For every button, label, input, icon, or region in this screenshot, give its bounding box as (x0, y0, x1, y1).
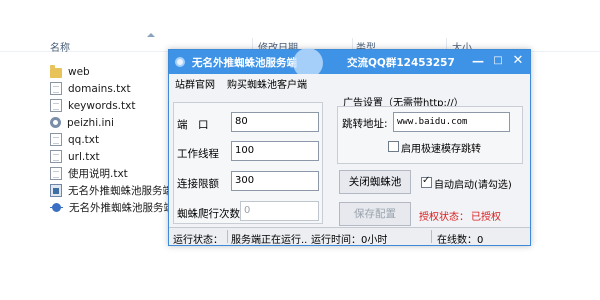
auth-status-value: 已授权 (471, 212, 501, 223)
auth-status-label: 授权状态： (419, 212, 469, 223)
file-row[interactable]: web (50, 63, 180, 80)
file-list: web domains.txt keywords.txt peizhi.ini … (50, 63, 180, 216)
file-name: url.txt (68, 150, 100, 163)
fast-redirect-label: 启用极速模存跳转 (401, 144, 481, 155)
file-name: 无名外推蜘蛛池服务端V (68, 185, 181, 197)
file-row[interactable]: 无名外推蜘蛛池服务端 (50, 199, 180, 216)
connection-limit-input[interactable]: 300 (231, 171, 319, 191)
status-bar: 运行状态： 服务端正在运行.. 运行时间：0小时 在线数：0 (169, 227, 530, 246)
file-row[interactable]: 无名外推蜘蛛池服务端V (50, 182, 180, 199)
settings-file-icon (50, 117, 61, 128)
app-logo-icon (175, 57, 185, 67)
menu-item-buy-client[interactable]: 购买蜘蛛池客户端 (227, 76, 307, 91)
fast-redirect-checkbox[interactable] (388, 141, 399, 152)
port-input[interactable]: 80 (231, 112, 319, 132)
redirect-url-input[interactable]: www.baidu.com (393, 112, 510, 132)
text-file-icon (50, 167, 62, 180)
file-name: web (68, 65, 90, 78)
connection-limit-label: 连接限额 (177, 178, 219, 190)
text-file-icon (50, 99, 62, 112)
save-config-button[interactable]: 保存配置 (339, 202, 411, 226)
file-name: qq.txt (68, 133, 100, 146)
status-divider (431, 230, 432, 243)
port-label: 端 口 (177, 119, 209, 131)
ad-settings-panel: 跳转地址: www.baidu.com 启用极速模存跳转 (337, 106, 523, 164)
text-file-icon (50, 82, 62, 95)
file-row[interactable]: 使用说明.txt (50, 165, 180, 182)
file-row[interactable]: domains.txt (50, 80, 180, 97)
spider-pool-window: 无名外推蜘蛛池服务端 交流QQ群12453257 — □ ✕ 站群官网 购买蜘蛛… (168, 48, 531, 246)
window-titlebar[interactable]: 无名外推蜘蛛池服务端 交流QQ群12453257 — □ ✕ (169, 48, 530, 78)
file-name: 使用说明.txt (68, 168, 128, 180)
menu-item-site-group[interactable]: 站群官网 (175, 76, 215, 91)
spider-app-icon (50, 201, 63, 214)
column-name-header[interactable]: 名称 (50, 39, 70, 54)
minimize-button[interactable]: — (469, 53, 487, 70)
file-row[interactable]: qq.txt (50, 131, 180, 148)
file-row[interactable]: peizhi.ini (50, 114, 180, 131)
file-row[interactable]: url.txt (50, 148, 180, 165)
folder-icon (50, 64, 62, 78)
status-divider (227, 230, 228, 243)
window-title: 无名外推蜘蛛池服务端 (192, 57, 297, 69)
maximize-button[interactable]: □ (489, 53, 507, 70)
autostart-checkbox[interactable] (421, 175, 432, 188)
crawl-count-label: 蜘蛛爬行次数 (177, 208, 240, 220)
text-file-icon (50, 133, 62, 146)
close-button[interactable]: ✕ (509, 53, 527, 70)
menu-bar: 站群官网 购买蜘蛛池客户端 (169, 74, 530, 91)
file-name: peizhi.ini (67, 116, 114, 129)
settings-panel: 端 口 80 工作线程 100 连接限额 300 蜘蛛爬行次数 0 (173, 102, 323, 224)
crawl-count-input: 0 (240, 201, 319, 221)
file-name: 无名外推蜘蛛池服务端 (69, 202, 174, 214)
app-icon (50, 184, 62, 197)
run-status-label: 运行状态： (173, 235, 223, 246)
autostart-label: 自动启动(请勾选) (434, 180, 512, 191)
threads-input[interactable]: 100 (231, 141, 319, 161)
sort-ascending-icon (147, 33, 155, 37)
online-count-text: 在线数：0 (437, 235, 484, 246)
close-spider-pool-button[interactable]: 关闭蜘蛛池 (339, 170, 411, 194)
run-status-text: 服务端正在运行.. (231, 235, 308, 246)
file-name: domains.txt (68, 82, 131, 95)
qq-group-text: 交流QQ群12453257 (347, 57, 455, 69)
file-name: keywords.txt (68, 99, 136, 112)
redirect-label: 跳转地址: (342, 118, 388, 130)
file-row[interactable]: keywords.txt (50, 97, 180, 114)
text-file-icon (50, 150, 62, 163)
screen: 名称 修改日期 类型 大小 web domains.txt keywords.t… (0, 0, 600, 300)
run-time-text: 运行时间：0小时 (311, 235, 388, 246)
threads-label: 工作线程 (177, 148, 219, 160)
